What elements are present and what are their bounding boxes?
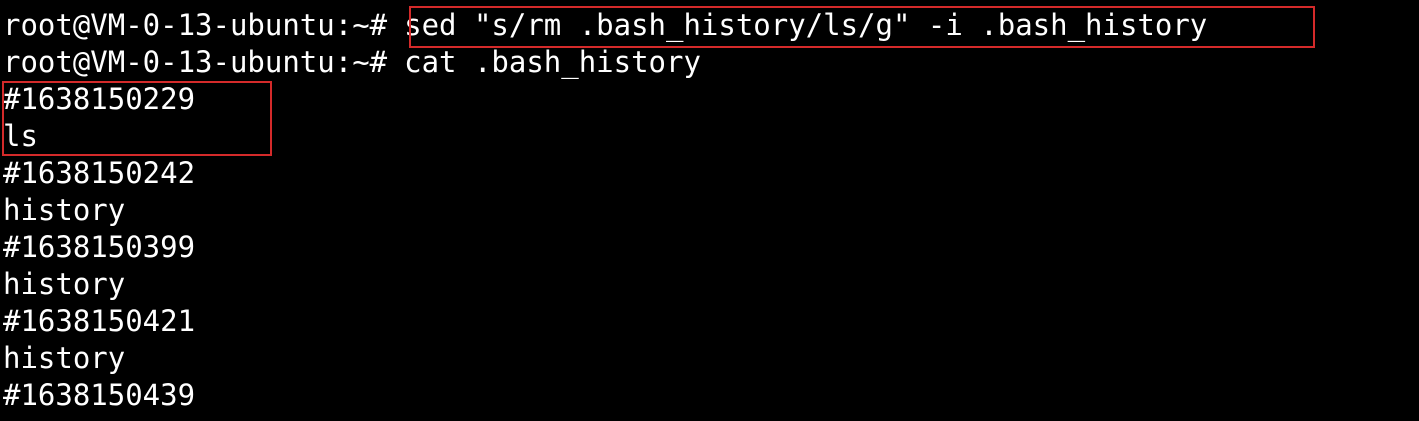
terminal-window[interactable]: root@VM-0-13-ubuntu:~# sed "s/rm .bash_hi… [0,0,1419,421]
history-command-line: history [3,193,126,227]
command-line-1: root@VM-0-13-ubuntu:~# sed "s/rm .bash_hi… [3,7,1419,44]
history-timestamp-line: #1638150421 [3,304,196,338]
shell-prompt: root@VM-0-13-ubuntu:~# [3,45,388,79]
command-line-2: root@VM-0-13-ubuntu:~# cat .bash_history [3,44,1419,81]
history-command-line: history [3,267,126,301]
terminal-output: root@VM-0-13-ubuntu:~# sed "s/rm .bash_hi… [3,7,1419,414]
history-command-line: history [3,341,126,375]
history-timestamp-line: #1638150439 [3,378,196,412]
history-timestamp-line: #1638150242 [3,156,196,190]
history-timestamp-line: #1638150399 [3,230,196,264]
shell-prompt: root@VM-0-13-ubuntu:~# [3,8,388,42]
cat-command: cat .bash_history [404,45,701,79]
sed-command: sed "s/rm .bash_history/ls/g" -i .bash_h… [404,8,1208,42]
history-timestamp-line: #1638150229 [3,82,196,116]
history-command-line: ls [3,119,38,153]
